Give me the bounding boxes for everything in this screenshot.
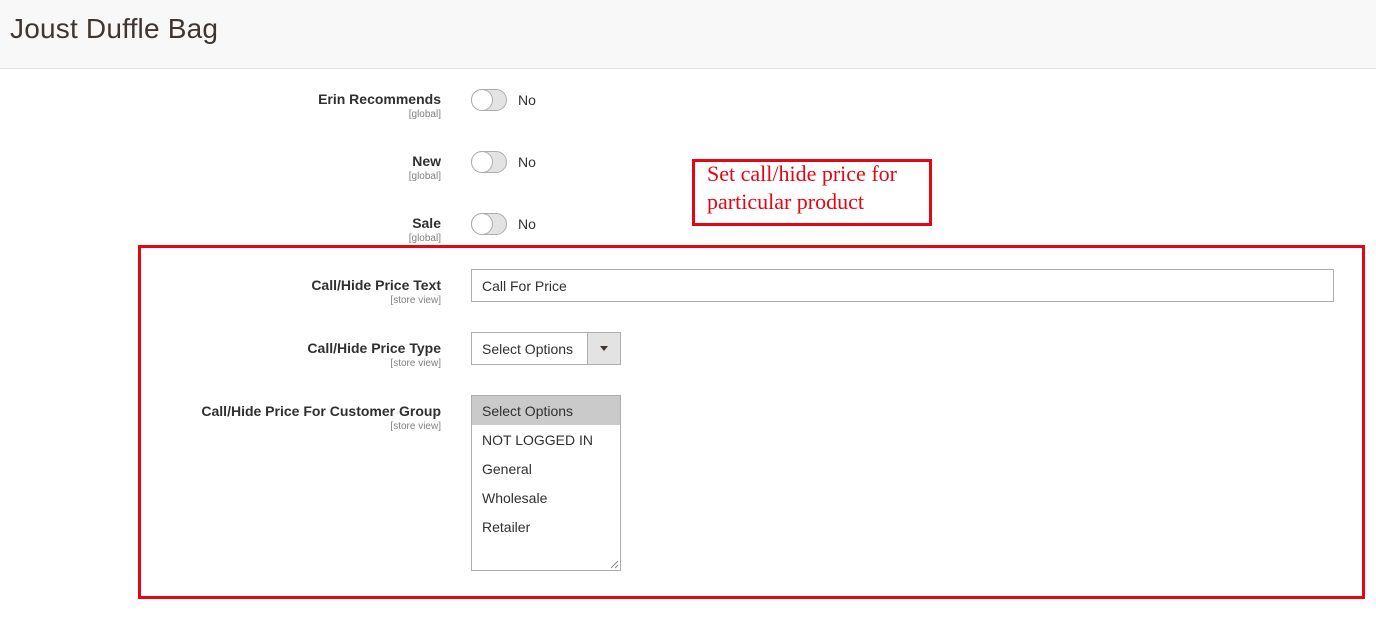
call-hide-price-text-input[interactable] bbox=[471, 269, 1334, 302]
erin-recommends-scope: [global] bbox=[408, 109, 441, 120]
toggle-knob bbox=[472, 90, 492, 110]
call-hide-price-text-label: Call/Hide Price Text bbox=[311, 277, 441, 293]
new-scope: [global] bbox=[408, 171, 441, 182]
sale-value: No bbox=[518, 216, 536, 232]
call-hide-price-type-select[interactable]: Select Options bbox=[471, 332, 621, 365]
erin-recommends-label: Erin Recommends bbox=[318, 91, 441, 107]
call-hide-price-text-scope: [store view] bbox=[390, 295, 441, 306]
new-value: No bbox=[518, 154, 536, 170]
option-not-logged-in[interactable]: NOT LOGGED IN bbox=[472, 425, 620, 454]
chevron-down-icon bbox=[600, 346, 608, 351]
customer-group-label: Call/Hide Price For Customer Group bbox=[201, 403, 441, 419]
call-hide-price-type-scope: [store view] bbox=[390, 358, 441, 369]
option-wholesale[interactable]: Wholesale bbox=[472, 483, 620, 512]
new-label: New bbox=[412, 153, 441, 169]
customer-group-multiselect[interactable]: Select Options NOT LOGGED IN General Who… bbox=[471, 395, 621, 571]
page-title: Joust Duffle Bag bbox=[10, 13, 219, 44]
option-select-options[interactable]: Select Options bbox=[472, 396, 620, 425]
sale-toggle[interactable] bbox=[471, 213, 507, 235]
customer-group-scope: [store view] bbox=[390, 421, 441, 432]
toggle-knob bbox=[472, 214, 492, 234]
select-dropdown-button[interactable] bbox=[587, 333, 620, 364]
erin-recommends-toggle[interactable] bbox=[471, 89, 507, 111]
new-toggle[interactable] bbox=[471, 151, 507, 173]
option-retailer[interactable]: Retailer bbox=[472, 512, 620, 541]
option-general[interactable]: General bbox=[472, 454, 620, 483]
select-value: Select Options bbox=[482, 341, 574, 357]
toggle-knob bbox=[472, 152, 492, 172]
annotation-text: Set call/hide price for particular produ… bbox=[707, 161, 897, 214]
resize-grip-icon[interactable] bbox=[610, 560, 619, 569]
sale-scope: [global] bbox=[408, 233, 441, 244]
page-header: Joust Duffle Bag bbox=[0, 0, 1376, 69]
sale-label: Sale bbox=[412, 215, 441, 231]
erin-recommends-value: No bbox=[518, 92, 536, 108]
call-hide-price-type-label: Call/Hide Price Type bbox=[307, 340, 441, 356]
